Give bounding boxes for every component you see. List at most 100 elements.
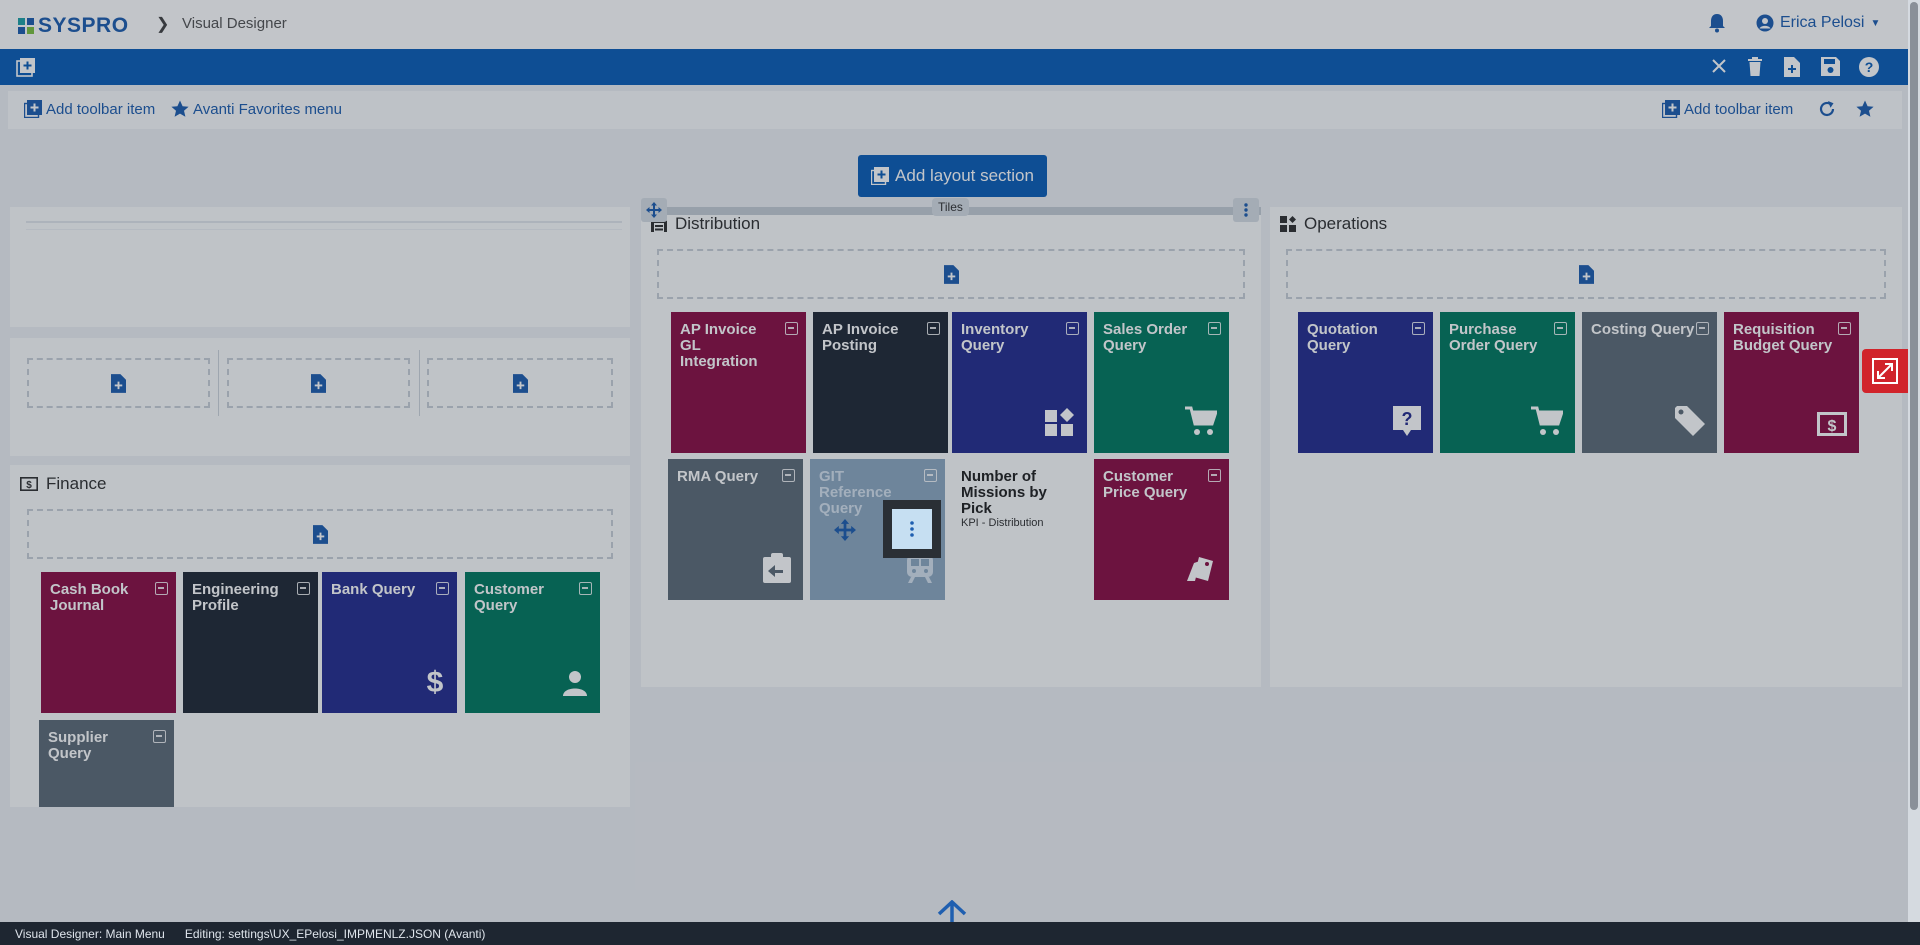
designer-action-bar: ?: [0, 49, 1908, 85]
add-toolbar-item-label: Add toolbar item: [46, 100, 156, 118]
move-tile-icon[interactable]: [834, 519, 856, 546]
tile-label: Customer Price Query: [1103, 468, 1188, 501]
tile-customer-query[interactable]: Customer Query: [465, 572, 600, 713]
tile-label: Customer Query: [474, 581, 545, 614]
refresh-icon[interactable]: [1818, 100, 1836, 118]
tile-quotation-query[interactable]: Quotation Query ?: [1298, 312, 1433, 453]
toolbar-designer: Add toolbar item Avanti Favorites menu A…: [8, 91, 1902, 129]
open-tile-icon[interactable]: [1412, 322, 1425, 335]
tile-label: AP Invoice Posting: [822, 321, 899, 354]
tile-label: Cash Book Journal: [50, 581, 129, 614]
open-tile-icon[interactable]: [153, 730, 166, 743]
tile-customer-price-query[interactable]: Customer Price Query: [1094, 459, 1229, 600]
add-item-icon: [1662, 100, 1680, 118]
move-handle-icon[interactable]: [641, 198, 667, 222]
tile-bank-query[interactable]: Bank Query $: [322, 572, 457, 713]
vertical-scrollbar[interactable]: [1908, 0, 1920, 922]
tile-cash-book-journal[interactable]: Cash Book Journal: [41, 572, 176, 713]
open-tile-icon[interactable]: [1554, 322, 1567, 335]
top-bar: SYSPRO ❯ Visual Designer Erica Pelosi ▼: [0, 0, 1920, 49]
brand-name: SYSPRO: [38, 14, 129, 37]
tile-label: Costing Query: [1591, 321, 1695, 338]
add-item-icon: [24, 100, 42, 118]
tile-context-menu-button[interactable]: [883, 500, 941, 558]
add-file-icon: [943, 264, 959, 284]
more-vertical-icon: [910, 521, 914, 537]
open-tile-icon[interactable]: [1208, 469, 1221, 482]
section-menu-icon[interactable]: [1233, 198, 1259, 222]
add-widget-slot[interactable]: [427, 358, 613, 408]
delete-icon[interactable]: [1747, 57, 1763, 81]
open-tile-icon[interactable]: [782, 469, 795, 482]
add-section-icon: [871, 167, 890, 185]
status-editing-file: Editing: settings\UX_EPelosi_IMPMENLZ.JS…: [184, 926, 486, 941]
tile-ap-invoice-posting[interactable]: AP Invoice Posting: [813, 312, 948, 453]
star-icon: [171, 100, 189, 117]
status-context: Visual Designer: Main Menu: [15, 926, 165, 941]
scrollbar-thumb[interactable]: [1910, 2, 1918, 810]
expand-side-panel-button[interactable]: [1862, 349, 1908, 393]
add-toolbar-item-label: Add toolbar item: [1684, 100, 1794, 118]
question-bubble-icon: ?: [1393, 406, 1421, 441]
distribution-title: Distribution: [651, 214, 760, 234]
breadcrumb-chevron-icon: ❯: [156, 16, 170, 33]
open-tile-icon[interactable]: [927, 322, 940, 335]
breadcrumb[interactable]: Visual Designer: [182, 15, 287, 32]
user-menu[interactable]: Erica Pelosi ▼: [1756, 14, 1880, 32]
help-icon[interactable]: ?: [1859, 57, 1879, 82]
new-file-icon[interactable]: [1784, 57, 1800, 82]
tile-sales-order-query[interactable]: Sales Order Query: [1094, 312, 1229, 453]
add-toolbar-item-right-button[interactable]: Add toolbar item: [1662, 100, 1793, 118]
tile-label: Sales Order Query: [1103, 321, 1188, 354]
tile-engineering-profile[interactable]: Engineering Profile: [183, 572, 318, 713]
open-tile-icon[interactable]: [579, 582, 592, 595]
open-tile-icon[interactable]: [1838, 322, 1851, 335]
add-layout-section-button[interactable]: Add layout section: [858, 155, 1047, 197]
open-tile-icon[interactable]: [1066, 322, 1079, 335]
open-tile-icon[interactable]: [1696, 322, 1709, 335]
tile-label: AP Invoice GL Integration: [680, 321, 758, 370]
tile-supplier-query[interactable]: Supplier Query: [39, 720, 174, 807]
add-layout-section-label: Add layout section: [895, 166, 1034, 185]
star-icon[interactable]: [1856, 100, 1874, 118]
add-file-icon: [512, 373, 528, 393]
add-panel-icon[interactable]: [16, 57, 36, 82]
tile-purchase-order-query[interactable]: Purchase Order Query: [1440, 312, 1575, 453]
kpi-title: Number of Missions by Pick: [961, 468, 1047, 517]
add-widget-slot[interactable]: [227, 358, 410, 408]
tile-inventory-query[interactable]: Inventory Query: [952, 312, 1087, 453]
expand-arrows-icon: [1872, 358, 1898, 384]
shopping-cart-icon: [1185, 406, 1219, 441]
operations-title-text: Operations: [1304, 214, 1388, 233]
add-widget-slot[interactable]: [1286, 249, 1886, 299]
tile-requisition-budget-query[interactable]: Requisition Budget Query $: [1724, 312, 1859, 453]
svg-text:$: $: [26, 480, 32, 491]
favorites-menu-button[interactable]: Avanti Favorites menu: [171, 100, 342, 118]
add-widget-slot[interactable]: [657, 249, 1245, 299]
kpi-widget[interactable]: Number of Missions by Pick KPI - Distrib…: [952, 459, 1087, 600]
dashboard-icon: [1280, 216, 1296, 232]
add-file-icon: [111, 373, 126, 393]
open-tile-icon[interactable]: [155, 582, 168, 595]
tile-rma-query[interactable]: RMA Query: [668, 459, 803, 600]
tile-costing-query[interactable]: Costing Query: [1582, 312, 1717, 453]
open-tile-icon[interactable]: [924, 469, 937, 482]
operations-title: Operations: [1280, 214, 1387, 234]
open-tile-icon[interactable]: [785, 322, 798, 335]
add-file-icon: [312, 524, 328, 544]
add-widget-slot[interactable]: [27, 358, 210, 408]
notification-bell-icon[interactable]: [1708, 13, 1726, 38]
open-tile-icon[interactable]: [1208, 322, 1221, 335]
add-widget-slot[interactable]: [27, 509, 613, 559]
tile-label: Requisition Budget Query: [1733, 321, 1833, 354]
open-tile-icon[interactable]: [436, 582, 449, 595]
tile-label: Quotation Query: [1307, 321, 1378, 354]
tile-ap-invoice-gl-integration[interactable]: AP Invoice GL Integration: [671, 312, 806, 453]
close-icon[interactable]: [1710, 57, 1728, 80]
syspro-logo[interactable]: SYSPRO: [18, 14, 129, 38]
save-icon[interactable]: [1821, 57, 1840, 81]
add-toolbar-item-left-button[interactable]: Add toolbar item: [24, 100, 155, 118]
tile-label: Engineering Profile: [192, 581, 279, 614]
open-tile-icon[interactable]: [297, 582, 310, 595]
train-icon: [907, 555, 933, 588]
